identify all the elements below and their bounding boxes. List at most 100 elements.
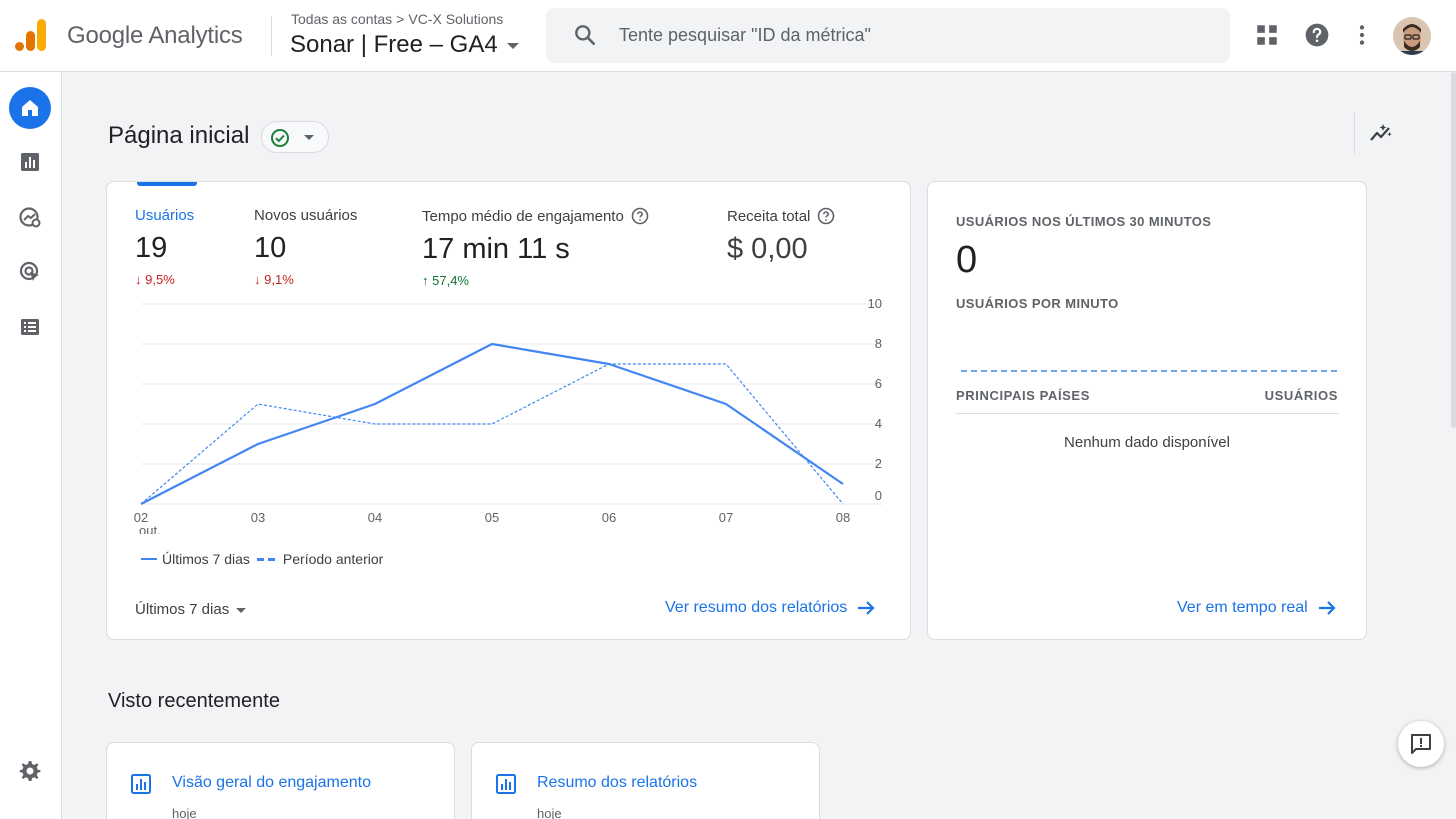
x-tick-label: 04 bbox=[368, 510, 382, 525]
breadcrumb-account[interactable]: VC-X Solutions bbox=[408, 11, 503, 27]
selected-metric-indicator bbox=[137, 182, 197, 186]
metric-change: ↓ 9,1% bbox=[254, 272, 294, 287]
chart-legend: Últimos 7 dias Período anterior bbox=[141, 551, 383, 567]
x-tick-label: 06 bbox=[602, 510, 616, 525]
home-icon bbox=[22, 100, 38, 116]
no-data-message: Nenhum dado disponível bbox=[1064, 434, 1230, 451]
metric-tab-users[interactable]: Usuários 19 ↓ 9,5% bbox=[135, 207, 194, 287]
metric-change: ↑ 57,4% bbox=[422, 273, 469, 288]
users-per-minute-bars bbox=[961, 370, 1337, 372]
chevron-down-icon bbox=[236, 608, 247, 613]
metric-label: Tempo médio de engajamento bbox=[422, 207, 624, 225]
insights-divider bbox=[1354, 112, 1355, 154]
column-header-users: USUÁRIOS bbox=[1264, 388, 1338, 403]
page-title: Página inicial bbox=[108, 122, 250, 149]
avatar[interactable] bbox=[1393, 17, 1431, 55]
search-box[interactable]: Tente pesquisar "ID da métrica" bbox=[546, 8, 1230, 63]
help-outline-icon[interactable] bbox=[631, 207, 649, 225]
legend-previous: Período anterior bbox=[282, 551, 384, 567]
breadcrumb-separator: > bbox=[396, 11, 405, 27]
insights-icon[interactable] bbox=[1368, 120, 1394, 146]
link-label: Ver resumo dos relatórios bbox=[665, 599, 848, 616]
configure-icon bbox=[21, 319, 39, 335]
y-tick-label: 8 bbox=[875, 336, 882, 351]
y-tick-label: 6 bbox=[875, 376, 882, 391]
recent-item-date: hoje bbox=[537, 806, 562, 819]
nav-explore[interactable] bbox=[9, 196, 51, 238]
series-line-previous-period bbox=[140, 363, 844, 505]
metric-value: 17 min 11 s bbox=[422, 233, 570, 265]
x-tick-sublabel: out. bbox=[139, 523, 161, 534]
settings-gear-icon bbox=[19, 761, 41, 781]
link-label: Ver em tempo real bbox=[1177, 599, 1308, 616]
view-realtime-link[interactable]: Ver em tempo real bbox=[1177, 598, 1337, 618]
help-icon[interactable] bbox=[1304, 22, 1330, 48]
legend-swatch-dashed bbox=[256, 557, 275, 561]
recent-item-title[interactable]: Resumo dos relatórios bbox=[537, 774, 697, 792]
arrow-forward-icon bbox=[858, 601, 875, 615]
recent-item-card[interactable]: Resumo dos relatórios hoje bbox=[471, 742, 820, 819]
google-analytics-logo-icon[interactable] bbox=[14, 17, 48, 53]
metric-change-value: 57,4% bbox=[432, 273, 469, 288]
property-name: Sonar | Free – GA4 bbox=[290, 31, 498, 58]
recent-item-title[interactable]: Visão geral do engajamento bbox=[172, 774, 371, 792]
recent-item-card[interactable]: Visão geral do engajamento hoje bbox=[106, 742, 455, 819]
metric-label: Novos usuários bbox=[254, 207, 358, 224]
metric-tab-engagement-time[interactable]: Tempo médio de engajamento 17 min 11 s ↑… bbox=[422, 207, 649, 288]
metric-change-value: 9,5% bbox=[145, 272, 175, 287]
feedback-button[interactable] bbox=[1398, 721, 1444, 767]
realtime-subtitle: USUÁRIOS POR MINUTO bbox=[956, 296, 1119, 311]
page-scrollbar[interactable] bbox=[1451, 72, 1456, 428]
view-reports-summary-link[interactable]: Ver resumo dos relatórios bbox=[665, 598, 876, 618]
y-tick-label: 4 bbox=[875, 416, 882, 431]
date-range-selector[interactable]: Últimos 7 dias bbox=[135, 601, 247, 618]
help-outline-icon[interactable] bbox=[817, 207, 835, 225]
brand-name: Google Analytics bbox=[67, 22, 243, 49]
header-divider bbox=[271, 16, 272, 56]
property-selector[interactable]: Sonar | Free – GA4 bbox=[290, 31, 519, 59]
user-avatar-icon bbox=[1393, 17, 1431, 55]
breadcrumb-all-accounts[interactable]: Todas as contas bbox=[291, 11, 392, 27]
nav-advertising[interactable] bbox=[9, 251, 51, 293]
feedback-icon bbox=[1411, 734, 1431, 754]
recent-item-date: hoje bbox=[172, 806, 197, 819]
search-input[interactable]: Tente pesquisar "ID da métrica" bbox=[619, 25, 871, 46]
apps-grid-icon[interactable] bbox=[1254, 22, 1280, 48]
metric-label-row: Tempo médio de engajamento bbox=[422, 207, 649, 225]
breadcrumb[interactable]: Todas as contas > VC-X Solutions bbox=[291, 11, 503, 27]
nav-home[interactable] bbox=[9, 87, 51, 129]
left-navigation bbox=[0, 72, 62, 819]
x-tick-label: 08 bbox=[836, 510, 850, 525]
chevron-down-icon bbox=[304, 135, 314, 140]
report-chart-icon bbox=[496, 774, 516, 794]
table-divider bbox=[956, 413, 1339, 414]
y-tick-label: 2 bbox=[875, 456, 882, 471]
metric-label: Receita total bbox=[727, 207, 811, 225]
top-app-bar: Google Analytics Todas as contas > VC-X So… bbox=[0, 0, 1456, 72]
realtime-card: USUÁRIOS NOS ÚLTIMOS 30 MINUTOS 0 USUÁRI… bbox=[927, 181, 1367, 640]
report-chart-icon bbox=[131, 774, 151, 794]
y-tick-label: 0 bbox=[875, 488, 882, 503]
metric-change: ↓ 9,5% bbox=[135, 272, 175, 287]
data-status-chip[interactable] bbox=[261, 121, 329, 153]
metric-label: Usuários bbox=[135, 207, 195, 224]
legend-swatch-solid bbox=[141, 558, 157, 560]
metric-change-value: 9,1% bbox=[264, 272, 294, 287]
users-line-chart: 024681002 03 04 05 06 07 08out. bbox=[134, 296, 883, 534]
x-tick-label: 05 bbox=[485, 510, 499, 525]
metric-tab-new-users[interactable]: Novos usuários 10 ↓ 9,1% bbox=[254, 207, 357, 287]
nav-admin-settings[interactable] bbox=[9, 750, 51, 792]
x-tick-label: 03 bbox=[251, 510, 265, 525]
x-tick-label: 07 bbox=[719, 510, 733, 525]
search-icon bbox=[575, 25, 595, 45]
more-vert-icon[interactable] bbox=[1349, 22, 1375, 48]
nav-reports[interactable] bbox=[9, 141, 51, 183]
metric-tab-total-revenue[interactable]: Receita total $ 0,00 bbox=[727, 207, 835, 266]
realtime-value: 0 bbox=[956, 239, 978, 281]
nav-configure[interactable] bbox=[9, 306, 51, 348]
explore-icon bbox=[19, 207, 41, 228]
arrow-forward-icon bbox=[1318, 601, 1336, 615]
metric-label-row: Receita total bbox=[727, 207, 835, 225]
advertising-icon bbox=[19, 261, 39, 281]
legend-current: Últimos 7 dias bbox=[162, 551, 250, 567]
